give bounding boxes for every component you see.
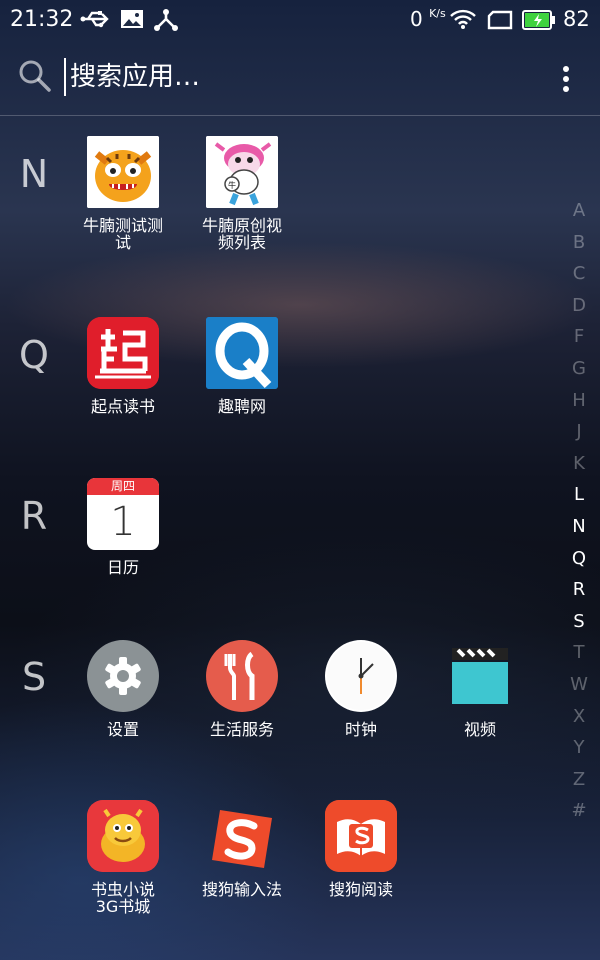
index-letter-c[interactable]: C (566, 258, 592, 290)
svg-text:牛: 牛 (228, 180, 236, 190)
app-qidian-reader[interactable]: 起点读书 (64, 317, 182, 415)
alphabet-index[interactable]: A B C D F G H J K L N Q R S T W X Y Z # (566, 195, 592, 827)
app-sogou-reader[interactable]: 搜狗阅读 (302, 800, 420, 898)
search-bar (0, 40, 600, 116)
index-letter-s[interactable]: S (566, 606, 592, 638)
calendar-weekday: 周四 (87, 478, 159, 495)
bookworm-icon (87, 800, 159, 872)
index-letter-hash[interactable]: # (566, 795, 592, 827)
search-input[interactable] (64, 58, 490, 96)
app-label: 设置 (106, 720, 139, 739)
more-options-icon[interactable] (555, 62, 577, 96)
app-life-service[interactable]: 生活服务 (183, 640, 301, 738)
life-service-icon (206, 640, 278, 712)
app-qupin[interactable]: 趣聘网 (183, 317, 301, 415)
index-letter-f[interactable]: F (566, 321, 592, 353)
index-letter-j[interactable]: J (566, 416, 592, 448)
network-speed: 0 K/s (410, 7, 446, 31)
app-sogou-input[interactable]: 搜狗输入法 (183, 800, 301, 898)
section-letter-r: R (20, 494, 48, 538)
index-letter-b[interactable]: B (566, 227, 592, 259)
app-clock[interactable]: 时钟 (302, 640, 420, 738)
index-letter-l[interactable]: L (566, 479, 592, 511)
usb-icon (80, 8, 110, 34)
index-letter-k[interactable]: K (566, 448, 592, 480)
app-label: 搜狗输入法 (201, 880, 282, 899)
app-label: 搜狗阅读 (328, 880, 393, 899)
image-icon (120, 8, 144, 34)
settings-icon (87, 640, 159, 712)
app-settings[interactable]: 设置 (64, 640, 182, 738)
index-letter-z[interactable]: Z (566, 764, 592, 796)
section-letter-q: Q (19, 333, 49, 377)
app-label: 趣聘网 (217, 397, 266, 416)
video-icon (444, 640, 516, 712)
app-label: 日历 (106, 558, 139, 577)
app-calendar[interactable]: 周四 1 日历 (64, 478, 182, 576)
app-label: 生活服务 (209, 720, 274, 739)
index-letter-t[interactable]: T (566, 637, 592, 669)
app-label: 书虫小说 3G书城 (90, 880, 155, 916)
index-letter-y[interactable]: Y (566, 732, 592, 764)
section-letter-s: S (21, 655, 47, 699)
qupin-icon (206, 317, 278, 389)
sogou-reader-icon (325, 800, 397, 872)
wifi-icon (450, 9, 476, 33)
search-icon[interactable] (18, 59, 52, 97)
app-cow-video-list[interactable]: 牛 牛腩原创视 频列表 (183, 136, 301, 251)
status-bar: 21:32 0 K/s 82 (0, 0, 600, 40)
app-label: 时钟 (344, 720, 377, 739)
battery-level: 82 (563, 7, 590, 31)
index-letter-w[interactable]: W (566, 669, 592, 701)
sogou-input-icon (206, 800, 278, 872)
app-label: 起点读书 (90, 397, 155, 416)
battery-icon (522, 9, 556, 35)
index-letter-n[interactable]: N (566, 511, 592, 543)
status-time: 21:32 (10, 7, 74, 32)
calendar-day: 1 (110, 499, 136, 545)
index-letter-h[interactable]: H (566, 385, 592, 417)
app-video[interactable]: 视频 (421, 640, 539, 738)
app-label: 视频 (463, 720, 496, 739)
app-bookworm-novel[interactable]: 书虫小说 3G书城 (64, 800, 182, 915)
index-letter-x[interactable]: X (566, 701, 592, 733)
screen-icon (487, 10, 513, 34)
app-label: 牛腩测试测 试 (82, 216, 163, 252)
calendar-icon: 周四 1 (87, 478, 159, 550)
share-icon (153, 8, 179, 36)
app-label: 牛腩原创视 频列表 (201, 216, 282, 252)
index-letter-r[interactable]: R (566, 574, 592, 606)
section-letter-n: N (19, 152, 49, 196)
tiger-icon (87, 136, 159, 208)
app-tiger-test[interactable]: 牛腩测试测 试 (64, 136, 182, 251)
index-letter-q[interactable]: Q (566, 543, 592, 575)
clock-icon (325, 640, 397, 712)
index-letter-a[interactable]: A (566, 195, 592, 227)
index-letter-d[interactable]: D (566, 290, 592, 322)
qidian-icon (87, 317, 159, 389)
index-letter-g[interactable]: G (566, 353, 592, 385)
cow-icon: 牛 (206, 136, 278, 208)
